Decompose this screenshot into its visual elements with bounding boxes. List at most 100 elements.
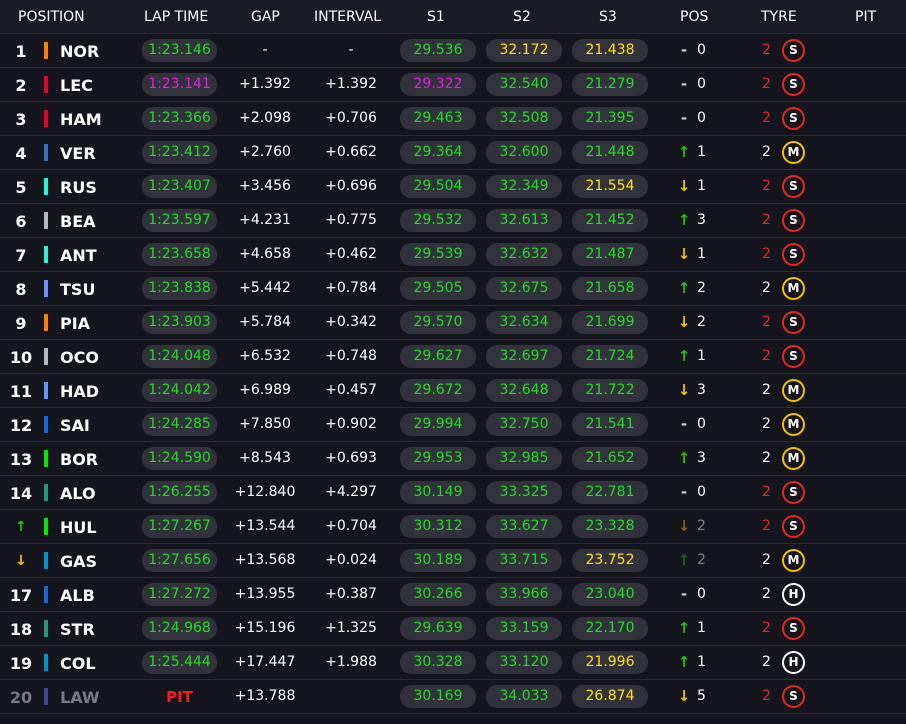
- lap-time-cell: 1:23.412: [142, 141, 217, 164]
- table-row[interactable]: 14 ALO 1:26.255 +12.840 +4.297 30.149 33.325 22…: [0, 476, 906, 510]
- driver-code: NOR: [60, 42, 100, 61]
- gap-cell: +2.760: [239, 144, 291, 160]
- gap-cell: +13.788: [234, 688, 296, 704]
- sector3-cell: 21.554: [572, 175, 648, 198]
- gap-cell: +4.231: [239, 212, 291, 228]
- dash-icon: -: [680, 483, 688, 501]
- table-row[interactable]: ↑ HUL 1:27.267 +13.544 +0.704 30.312 33.627 23.…: [0, 510, 906, 544]
- medium-tyre-icon: M: [782, 141, 805, 164]
- position-change: 1: [697, 348, 706, 364]
- lap-time-cell: 1:25.444: [142, 651, 217, 674]
- lap-time-cell: 1:23.407: [142, 175, 217, 198]
- header-pit[interactable]: PIT: [855, 9, 876, 25]
- gap-cell: +5.784: [239, 314, 291, 330]
- interval-cell: +0.696: [325, 178, 377, 194]
- team-color-bar: [44, 144, 48, 161]
- sector1-cell: 29.364: [400, 141, 476, 164]
- timing-table: POSITION LAP TIME GAP INTERVAL S1 S2 S3 …: [0, 0, 906, 724]
- tyre-age: 2: [762, 688, 771, 704]
- table-row[interactable]: 20 LAW PIT +13.788 30.169 34.033 26.874 ↓ 5 2 S: [0, 680, 906, 714]
- interval-cell: +0.342: [325, 314, 377, 330]
- sector2-cell: 32.349: [486, 175, 562, 198]
- header-lap-time[interactable]: LAP TIME: [144, 9, 208, 25]
- gap-cell: +17.447: [234, 654, 296, 670]
- lap-time-cell: 1:23.838: [142, 277, 217, 300]
- hard-tyre-icon: H: [782, 651, 805, 674]
- team-color-bar: [44, 518, 48, 535]
- sector3-cell: 22.781: [572, 481, 648, 504]
- sector3-cell: 21.395: [572, 107, 648, 130]
- team-color-bar: [44, 178, 48, 195]
- lap-time-cell: 1:27.267: [142, 515, 217, 538]
- header-position[interactable]: POSITION: [18, 9, 85, 25]
- team-color-bar: [44, 620, 48, 637]
- table-row[interactable]: 18 STR 1:24.968 +15.196 +1.325 29.639 33.159 22…: [0, 612, 906, 646]
- table-row[interactable]: 4 VER 1:23.412 +2.760 +0.662 29.364 32.600 21.4…: [0, 136, 906, 170]
- table-row[interactable]: 2 LEC 1:23.141 +1.392 +1.392 29.322 32.540 21.2…: [0, 68, 906, 102]
- sector3-cell: 22.170: [572, 617, 648, 640]
- gap-cell: +8.543: [239, 450, 291, 466]
- team-color-bar: [44, 450, 48, 467]
- table-row[interactable]: 1 NOR 1:23.146- -29.536 32.172 21.438-0 2 S: [0, 34, 906, 68]
- medium-tyre-icon: M: [782, 379, 805, 402]
- gap-cell: +7.850: [239, 416, 291, 432]
- header-interval[interactable]: INTERVAL: [314, 9, 381, 25]
- arrow-down-icon: ↓: [677, 313, 691, 331]
- position-change: 1: [697, 144, 706, 160]
- position-change: 2: [697, 314, 706, 330]
- driver-code: SAI: [60, 416, 90, 435]
- header-s2[interactable]: S2: [513, 9, 531, 25]
- table-row[interactable]: 13 BOR 1:24.590 +8.543 +0.693 29.953 32.985 21.…: [0, 442, 906, 476]
- dash-icon: -: [680, 109, 688, 127]
- interval-cell: +0.706: [325, 110, 377, 126]
- table-row[interactable]: 11 HAD 1:24.042 +6.989 +0.457 29.672 32.648 21.…: [0, 374, 906, 408]
- table-row[interactable]: 9 PIA 1:23.903 +5.784 +0.342 29.570 32.634 21.6…: [0, 306, 906, 340]
- medium-tyre-icon: M: [782, 447, 805, 470]
- position-cell: 14: [9, 484, 33, 503]
- sector3-cell: 21.448: [572, 141, 648, 164]
- sector2-cell: 33.715: [486, 549, 562, 572]
- lap-time-cell: 1:24.590: [142, 447, 217, 470]
- sector3-cell: 21.279: [572, 73, 648, 96]
- position-change: 2: [697, 552, 706, 568]
- position-change: 0: [697, 586, 706, 602]
- table-row[interactable]: 17 ALB 1:27.272 +13.955 +0.387 30.266 33.966 23…: [0, 578, 906, 612]
- gap-cell: +6.532: [239, 348, 291, 364]
- table-row[interactable]: 3 HAM 1:23.366 +2.098 +0.706 29.463 32.508 21.3…: [0, 102, 906, 136]
- soft-tyre-icon: S: [782, 39, 805, 62]
- sector2-cell: 32.613: [486, 209, 562, 232]
- position-cell: 4: [15, 144, 27, 163]
- table-row[interactable]: 10 OCO 1:24.048 +6.532 +0.748 29.627 32.697 21.…: [0, 340, 906, 374]
- sector2-cell: 32.675: [486, 277, 562, 300]
- sector1-cell: 30.312: [400, 515, 476, 538]
- header-gap[interactable]: GAP: [251, 9, 280, 25]
- arrow-up-icon: ↑: [677, 279, 691, 297]
- table-row[interactable]: 8 TSU 1:23.838 +5.442 +0.784 29.505 32.675 21.6…: [0, 272, 906, 306]
- table-row[interactable]: 5 RUS 1:23.407 +3.456 +0.696 29.504 32.349 21.5…: [0, 170, 906, 204]
- interval-cell: +0.748: [325, 348, 377, 364]
- tyre-age: 2: [762, 654, 771, 670]
- header-tyre[interactable]: TYRE: [761, 9, 797, 25]
- header-s3[interactable]: S3: [599, 9, 617, 25]
- header-s1[interactable]: S1: [427, 9, 445, 25]
- table-row[interactable]: 7 ANT 1:23.658 +4.658 +0.462 29.539 32.632 21.4…: [0, 238, 906, 272]
- position-cell: 9: [15, 314, 27, 333]
- header-pos[interactable]: POS: [680, 9, 708, 25]
- tyre-age: 2: [762, 620, 771, 636]
- driver-code: HUL: [60, 518, 97, 537]
- interval-cell: +1.325: [325, 620, 377, 636]
- table-row[interactable]: 6 BEA 1:23.597 +4.231 +0.775 29.532 32.613 21.4…: [0, 204, 906, 238]
- sector1-cell: 30.266: [400, 583, 476, 606]
- lap-time-cell: 1:24.968: [142, 617, 217, 640]
- table-row[interactable]: 19 COL 1:25.444 +17.447 +1.988 30.328 33.120 21…: [0, 646, 906, 680]
- team-color-bar: [44, 246, 48, 263]
- table-row[interactable]: 12 SAI 1:24.285 +7.850 +0.902 29.994 32.750 21.…: [0, 408, 906, 442]
- dash-icon: -: [680, 75, 688, 93]
- sector1-cell: 29.539: [400, 243, 476, 266]
- interval-cell: +0.662: [325, 144, 377, 160]
- sector2-cell: 32.697: [486, 345, 562, 368]
- arrow-up-icon: ↑: [677, 347, 691, 365]
- table-row[interactable]: ↓ GAS 1:27.656 +13.568 +0.024 30.189 33.715 23.…: [0, 544, 906, 578]
- dash-icon: -: [680, 41, 688, 59]
- gap-cell: -: [262, 42, 268, 58]
